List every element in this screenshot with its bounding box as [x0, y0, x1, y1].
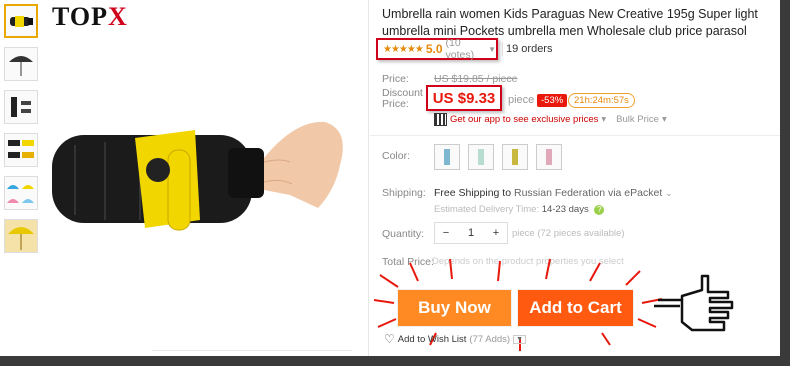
bottom-divider: [152, 350, 352, 351]
discount-price-label: Discount Price:: [382, 87, 423, 110]
delivery-value: 14-23 days: [541, 204, 589, 215]
chevron-down-icon: ⌄: [665, 188, 673, 198]
help-icon[interactable]: ?: [594, 205, 605, 215]
shipping-info: Free Shipping to Russian Federation via …: [434, 187, 673, 199]
discount-price: US $9.33: [432, 89, 496, 107]
thumbnail-2[interactable]: [4, 47, 38, 81]
wishlist-count: (77 Adds): [469, 333, 511, 345]
color-option-2[interactable]: [468, 144, 494, 170]
shipping-destination[interactable]: Russian Federation via ePacket: [514, 187, 662, 199]
color-option-4[interactable]: [536, 144, 562, 170]
chevron-down-icon: ▾: [661, 114, 667, 125]
bulk-price-link[interactable]: Bulk Price: [616, 114, 659, 125]
quantity-stepper[interactable]: − 1 +: [434, 222, 508, 244]
umbrella-colors-thumb-icon: [8, 140, 34, 158]
delivery-label: Estimated Delivery Time:: [434, 204, 540, 215]
brand-logo: TOPX: [52, 2, 128, 31]
column-divider: [368, 0, 369, 356]
umbrella-color-icon: [546, 149, 552, 165]
chevron-down-icon[interactable]: ▼: [513, 334, 527, 344]
umbrella-open-thumb-icon: [9, 56, 33, 76]
chevron-down-icon: ▾: [601, 114, 607, 125]
rating-summary[interactable]: ★★★★★ 5.0 (10 votes) ▼: [376, 37, 498, 61]
add-to-cart-button[interactable]: Add to Cart: [518, 290, 633, 326]
product-page: TOPX Umbrella rain women Kids Paraguas N…: [0, 0, 780, 356]
price-label: Price:: [382, 73, 409, 85]
umbrella-thumb-icon: [10, 16, 33, 27]
thumbnail-1[interactable]: [4, 4, 38, 38]
umbrella-color-icon: [444, 149, 450, 165]
delivery-estimate: Estimated Delivery Time: 14-23 days ?: [434, 204, 605, 215]
shipping-free: Free Shipping to: [434, 187, 512, 199]
color-option-3[interactable]: [502, 144, 528, 170]
minus-icon[interactable]: −: [435, 227, 457, 239]
buy-now-button[interactable]: Buy Now: [398, 290, 511, 326]
thumbnail-strip: [4, 4, 42, 262]
original-price: US $19.85 / piece: [434, 73, 518, 85]
rating-votes: (10 votes): [445, 37, 475, 61]
app-promo-row: Get our app to see exclusive prices ▾ Bu…: [434, 113, 667, 126]
quantity-label: Quantity:: [382, 228, 425, 240]
umbrella-model-thumb-icon: [5, 220, 37, 252]
color-option-1[interactable]: [434, 144, 460, 170]
umbrella-color-icon: [478, 149, 484, 165]
rating-stars: ★★★★★: [383, 43, 424, 55]
app-exclusive-link[interactable]: Get our app to see exclusive prices: [450, 114, 598, 125]
chevron-down-icon: ▼: [488, 44, 496, 54]
section-divider: [370, 135, 780, 136]
product-hero-image: [52, 121, 343, 231]
qr-code-icon: [434, 113, 447, 126]
quantity-value[interactable]: 1: [460, 227, 482, 239]
thumbnail-4[interactable]: [4, 133, 38, 167]
plus-icon[interactable]: +: [485, 227, 507, 239]
countdown-timer: 21h:24m:57s: [568, 93, 635, 108]
wishlist-row[interactable]: ♡ Add to Wish List (77 Adds) ▼: [384, 332, 527, 346]
umbrella-size-thumb-icon: [11, 97, 31, 117]
product-title: Umbrella rain women Kids Paraguas New Cr…: [382, 7, 758, 38]
discount-price-box: US $9.33: [426, 85, 502, 111]
wishlist-link[interactable]: Add to Wish List: [398, 334, 467, 345]
rating-value: 5.0: [425, 42, 443, 56]
thumbnail-6[interactable]: [4, 219, 38, 253]
price-unit: piece: [508, 94, 535, 106]
color-label: Color:: [382, 150, 411, 162]
pointing-hand-icon: [654, 274, 734, 332]
divider: [502, 42, 503, 56]
umbrella-color-icon: [512, 149, 518, 165]
color-swatches: [434, 144, 570, 170]
umbrella-variants-thumb-icon: [7, 185, 34, 203]
shipping-label: Shipping:: [382, 187, 426, 199]
thumbnail-5[interactable]: [4, 176, 38, 210]
heart-icon: ♡: [384, 332, 395, 346]
discount-badge: -53%: [537, 94, 568, 107]
thumbnail-3[interactable]: [4, 90, 38, 124]
orders-count: 19 orders: [506, 43, 553, 55]
quantity-available: piece (72 pieces available): [512, 228, 625, 239]
